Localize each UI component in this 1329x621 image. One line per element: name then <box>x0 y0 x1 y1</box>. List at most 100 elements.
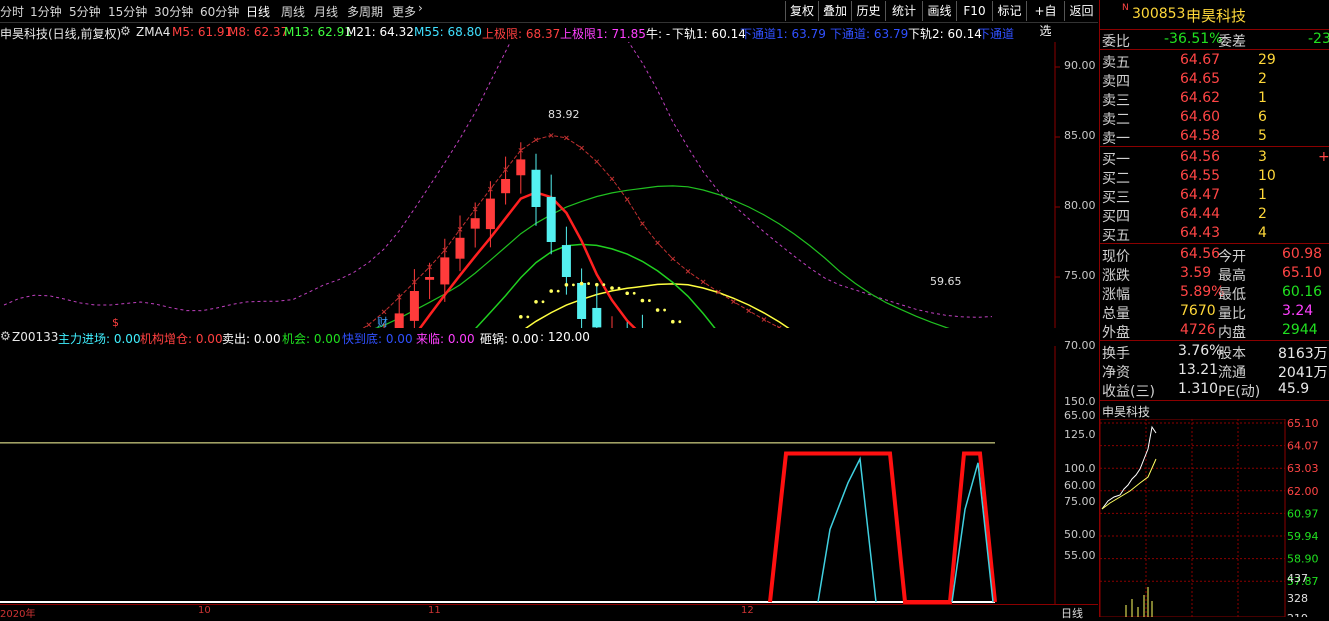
upper-limit-mark <box>700 279 706 285</box>
lower-band-dot <box>625 291 629 296</box>
price-chart[interactable]: 83.92 59.65 $ 财 <box>0 42 1098 328</box>
candle-body <box>592 307 602 328</box>
upper-limit-line <box>362 134 781 328</box>
period-fenshi[interactable]: 分时 <box>0 3 24 20</box>
new-flag: N <box>1122 3 1129 13</box>
low-price-label: 59.65 <box>930 275 962 288</box>
candle-body <box>440 257 450 285</box>
ask-row[interactable]: 卖三 64.62 1 <box>1100 89 1329 109</box>
overlay-button[interactable]: 叠加 <box>818 1 851 21</box>
ask-price: 64.58 <box>1180 128 1221 144</box>
period-30min[interactable]: 30分钟 <box>154 3 193 20</box>
date-label: 11 <box>428 605 441 616</box>
bid-row[interactable]: 买一 64.56 3 +1 <box>1100 148 1329 168</box>
fund-row[interactable]: 收益(三) 1.310 PE(动) 45.9 <box>1100 380 1329 400</box>
upper-limit-mark <box>670 256 676 262</box>
indicator-name[interactable]: ZMA4 <box>136 25 170 39</box>
period-monthly[interactable]: 月线 <box>314 3 338 20</box>
ma-legend-item: 下轨2: 60.14 <box>908 27 982 41</box>
event-marker: $ <box>112 316 119 328</box>
mark-button[interactable]: 标记 <box>992 1 1026 21</box>
indicator-legend-item: 主力进场: 0.00 <box>58 332 141 346</box>
finance-marker: 财 <box>377 315 388 328</box>
period-more[interactable]: 更多 <box>392 3 416 20</box>
lower-band-dot <box>648 299 651 302</box>
indicator-tick-label: 100.0 <box>1064 461 1096 475</box>
lower-band-dot <box>526 315 530 319</box>
stat-row[interactable]: 现价 64.56 今开 60.98 <box>1100 245 1329 265</box>
ask-row[interactable]: 卖一 64.58 5 <box>1100 127 1329 147</box>
upper-limit-mark <box>564 135 569 141</box>
weibi-row: 委比 -36.51% 委差 -23 <box>1100 30 1329 50</box>
mini-tick-label: 60.97 <box>1287 507 1319 520</box>
history-button[interactable]: 历史 <box>851 1 885 21</box>
adjust-button[interactable]: 复权 <box>785 1 818 21</box>
gear-icon[interactable]: ⚙ <box>0 329 11 343</box>
indicator2-name[interactable]: Z00133 <box>12 330 58 344</box>
bid-volume: 1 <box>1258 187 1267 203</box>
ask-volume: 5 <box>1258 128 1267 144</box>
stat-label: 现价 <box>1102 249 1130 265</box>
weibi-label: 委比 <box>1102 34 1130 50</box>
lower-band-dot <box>534 299 538 304</box>
candle-body <box>425 277 435 280</box>
stat-row[interactable]: 涨幅 5.89% 最低 60.16 <box>1100 283 1329 303</box>
bid-row[interactable]: 买五 64.43 4 <box>1100 224 1329 244</box>
period-60min[interactable]: 60分钟 <box>200 3 239 20</box>
intraday-mini-chart[interactable]: 65.1064.0763.0362.0060.9759.9458.9057.87… <box>1100 419 1329 617</box>
fund-value: 1.310 <box>1178 381 1219 397</box>
ma-legend-item: M21: 64.32 <box>346 25 414 39</box>
lower-band-dot <box>632 291 636 295</box>
stat-row[interactable]: 涨跌 3.59 最高 65.10 <box>1100 264 1329 284</box>
gear-icon[interactable]: ⚙ <box>120 24 131 38</box>
signal-red-line <box>768 451 997 604</box>
bid-volume: 10 <box>1258 168 1276 184</box>
stat-label: 最高 <box>1218 268 1246 284</box>
period-1min[interactable]: 1分钟 <box>30 3 62 20</box>
fund-label: 净资 <box>1102 365 1130 381</box>
ask-row[interactable]: 卖四 64.65 2 <box>1100 70 1329 90</box>
indicator-tick-label: 75.00 <box>1064 494 1096 508</box>
lower-band-dot <box>541 300 545 304</box>
ask-row[interactable]: 卖五 64.67 29 <box>1100 51 1329 71</box>
lower-band-dot <box>579 281 584 286</box>
upper-limit-mark <box>746 308 752 314</box>
ma13-line <box>475 243 716 328</box>
lower-band-dot <box>610 286 614 290</box>
candle-body <box>577 282 587 319</box>
stat-value: 2944 <box>1282 322 1318 338</box>
period-weekly[interactable]: 周线 <box>281 3 305 20</box>
lower-band-dot <box>678 320 682 324</box>
stats-button[interactable]: 统计 <box>885 1 922 21</box>
f10-button[interactable]: F10 <box>956 1 992 21</box>
stat-value: 60.98 <box>1282 246 1323 262</box>
draw-button[interactable]: 画线 <box>922 1 956 21</box>
back-button[interactable]: 返回 <box>1064 1 1098 21</box>
ask-volume: 6 <box>1258 109 1267 125</box>
bid-row[interactable]: 买四 64.44 2 <box>1100 205 1329 225</box>
lower-band-dot <box>587 282 590 285</box>
stat-row[interactable]: 外盘 4726 内盘 2944 <box>1100 321 1329 341</box>
date-axis: 2020年 10 11 12 日线 <box>0 604 1098 620</box>
bid-row[interactable]: 买二 64.55 10 <box>1100 167 1329 187</box>
chevron-right-icon[interactable]: › <box>418 1 423 15</box>
stat-row[interactable]: 总量 7670 量比 3.24 <box>1100 302 1329 322</box>
ask-price: 64.60 <box>1180 109 1221 125</box>
period-5min[interactable]: 5分钟 <box>69 3 101 20</box>
period-daily[interactable]: 日线 <box>246 3 270 20</box>
ask-row[interactable]: 卖二 64.60 6 <box>1100 108 1329 128</box>
ask-volume: 29 <box>1258 52 1276 68</box>
price-axis: 90.00 85.00 80.00 75.00 70.00 65.00 60.00 55.00 <box>1060 42 1098 562</box>
indicator-tick-label: 150.0 <box>1064 395 1096 408</box>
date-label: 10 <box>198 605 211 616</box>
period-15min[interactable]: 15分钟 <box>108 3 147 20</box>
stat-label: 总量 <box>1102 306 1130 322</box>
candle-body <box>394 313 404 328</box>
mini-volume-tick: 437 <box>1287 572 1308 585</box>
fund-row[interactable]: 净资 13.21 流通 2041万 <box>1100 361 1329 381</box>
bid-row[interactable]: 买三 64.47 1 <box>1100 186 1329 206</box>
period-multi[interactable]: 多周期 <box>347 3 383 20</box>
fund-row[interactable]: 换手 3.76% 股本 8163万 <box>1100 342 1329 362</box>
add-watchlist-button[interactable]: +自选 <box>1026 1 1064 38</box>
indicator-chart[interactable] <box>0 346 1098 604</box>
